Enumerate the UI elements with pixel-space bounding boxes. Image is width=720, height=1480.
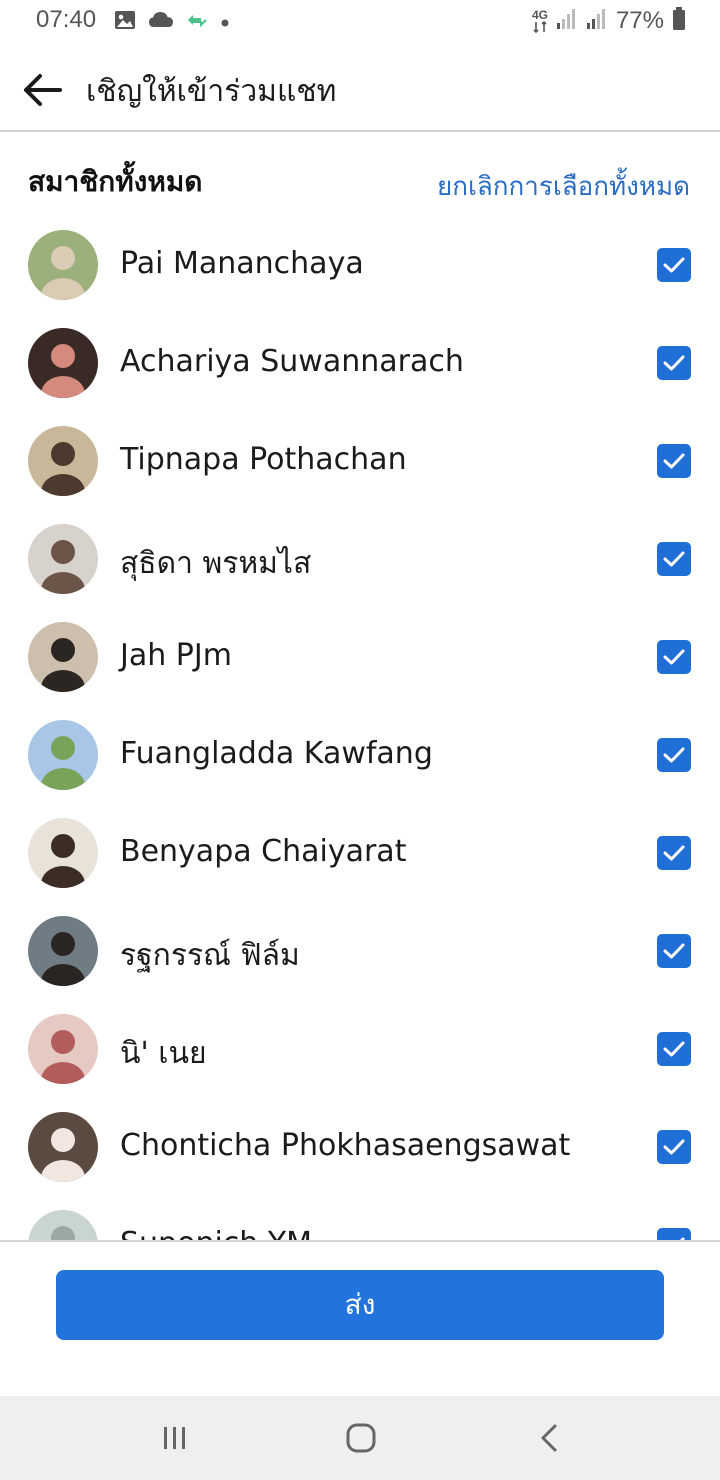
status-time: 07:40 [36, 6, 97, 33]
checkmark-icon [663, 943, 685, 959]
signal-icon-2 [586, 8, 608, 34]
avatar [28, 1014, 98, 1084]
member-checkbox[interactable] [657, 1228, 691, 1240]
checkmark-icon [663, 845, 685, 861]
checkmark-icon [663, 649, 685, 665]
member-row[interactable]: นิ' เนย [0, 1000, 720, 1098]
member-checkbox[interactable] [657, 1032, 691, 1066]
data-arrows-icon [533, 21, 547, 33]
member-name: Pai Mananchaya [120, 246, 364, 281]
member-row[interactable]: สุธิดา พรหมไส [0, 510, 720, 608]
app-bar: เชิญให้เข้าร่วมแชท [0, 44, 720, 132]
back-arrow-icon [24, 74, 62, 106]
checkmark-icon [663, 257, 685, 273]
battery-icon [672, 7, 686, 35]
member-row[interactable]: Achariya Suwannarach [0, 314, 720, 412]
member-row[interactable]: Suponich YM [0, 1196, 720, 1240]
checkmark-icon [663, 1139, 685, 1155]
member-name: Suponich YM [120, 1226, 312, 1240]
member-row[interactable]: Benyapa Chaiyarat [0, 804, 720, 902]
member-name: Benyapa Chaiyarat [120, 834, 407, 869]
deselect-all-link[interactable]: ยกเลิกการเลือกทั้งหมด [437, 166, 690, 207]
status-notification-icons [114, 8, 230, 36]
section-header: สมาชิกทั้งหมด ยกเลิกการเลือกทั้งหมด [0, 150, 720, 214]
member-checkbox[interactable] [657, 934, 691, 968]
checkmark-icon [663, 747, 685, 763]
checkmark-icon [663, 1041, 685, 1057]
checkmark-icon [663, 551, 685, 567]
avatar [28, 916, 98, 986]
member-row[interactable]: Chonticha Phokhasaengsawat [0, 1098, 720, 1196]
avatar [28, 230, 98, 300]
member-name: Fuangladda Kawfang [120, 736, 433, 771]
system-back-button[interactable] [525, 1418, 573, 1458]
checkmark-icon [663, 453, 685, 469]
home-icon [346, 1423, 376, 1453]
cloud-icon [148, 11, 174, 33]
member-name: Tipnapa Pothachan [120, 442, 407, 477]
system-nav-bar [0, 1396, 720, 1480]
avatar [28, 818, 98, 888]
member-checkbox[interactable] [657, 836, 691, 870]
member-checkbox[interactable] [657, 738, 691, 772]
member-checkbox[interactable] [657, 1130, 691, 1164]
member-row[interactable]: Jah PJm [0, 608, 720, 706]
member-name: Jah PJm [120, 638, 232, 673]
member-list[interactable]: Pai Mananchaya Achariya Suwannarach Tipnap… [0, 216, 720, 1240]
member-checkbox[interactable] [657, 640, 691, 674]
back-icon [541, 1424, 557, 1452]
member-row[interactable]: Fuangladda Kawfang [0, 706, 720, 804]
avatar [28, 328, 98, 398]
member-checkbox[interactable] [657, 346, 691, 380]
member-name: นิ' เนย [120, 1036, 207, 1071]
network-indicator: 4G [532, 9, 548, 33]
member-row[interactable]: Pai Mananchaya [0, 216, 720, 314]
page-title: เชิญให้เข้าร่วมแชท [86, 74, 337, 109]
avatar [28, 426, 98, 496]
recent-apps-button[interactable] [151, 1418, 199, 1458]
network-label: 4G [531, 8, 548, 22]
status-bar: 07:40 4G 77% [0, 0, 720, 44]
member-row[interactable]: Tipnapa Pothachan [0, 412, 720, 510]
avatar [28, 1210, 98, 1240]
member-row[interactable]: รฐกรรณ์ ฟิล์ม [0, 902, 720, 1000]
signal-icon [556, 8, 578, 34]
member-name: Achariya Suwannarach [120, 344, 464, 379]
dot-icon [220, 13, 230, 32]
footer-divider [0, 1240, 720, 1242]
member-name: รฐกรรณ์ ฟิล์ม [120, 938, 300, 973]
avatar [28, 622, 98, 692]
section-title: สมาชิกทั้งหมด [28, 165, 203, 198]
status-right: 4G 77% [532, 6, 686, 36]
checkmark-icon [663, 355, 685, 371]
member-checkbox[interactable] [657, 248, 691, 282]
battery-percent: 77% [615, 7, 664, 34]
avatar [28, 1112, 98, 1182]
member-checkbox[interactable] [657, 444, 691, 478]
send-button[interactable]: ส่ง [56, 1270, 664, 1340]
avatar [28, 524, 98, 594]
member-name: Chonticha Phokhasaengsawat [120, 1128, 571, 1163]
sync-icon [186, 12, 208, 32]
member-name: สุธิดา พรหมไส [120, 546, 312, 581]
image-icon [114, 10, 136, 34]
recent-apps-icon [164, 1427, 185, 1449]
back-button[interactable] [18, 66, 66, 114]
member-checkbox[interactable] [657, 542, 691, 576]
avatar [28, 720, 98, 790]
home-button[interactable] [337, 1418, 385, 1458]
